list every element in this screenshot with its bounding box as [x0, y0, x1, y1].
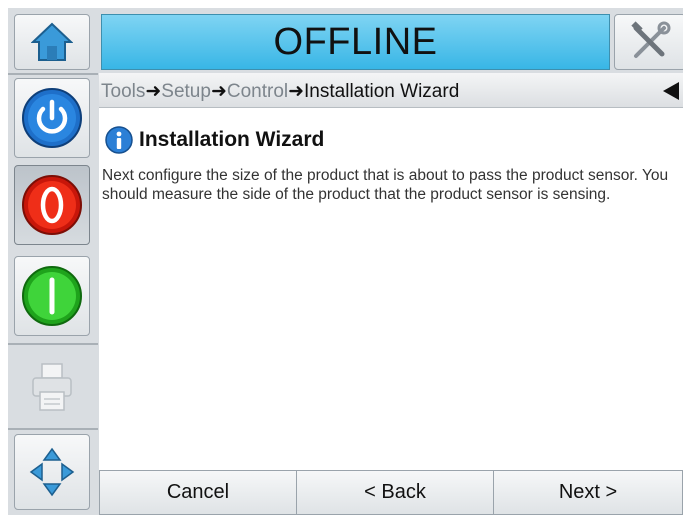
divider	[8, 73, 98, 75]
breadcrumb-separator: ➜	[288, 81, 305, 102]
start-button[interactable]	[14, 256, 90, 336]
breadcrumb-separator: ➜	[210, 81, 227, 102]
divider	[8, 343, 98, 345]
printer-button[interactable]	[14, 348, 90, 428]
printer-ui: OFFLINE Tools➜Setup➜Control➜Installation…	[8, 8, 683, 515]
status-bar: OFFLINE	[101, 14, 610, 70]
wizard-header: Installation Wizard	[105, 126, 324, 154]
navigation-arrows-icon	[29, 447, 75, 497]
content-panel: Installation Wizard Next configure the s…	[99, 108, 683, 470]
tools-button[interactable]	[614, 14, 683, 70]
breadcrumb-bar: Tools➜Setup➜Control➜Installation Wizard	[99, 73, 683, 108]
wizard-message: Next configure the size of the product t…	[102, 167, 669, 203]
cancel-button[interactable]: Cancel	[99, 470, 297, 515]
tools-icon	[631, 21, 671, 58]
home-icon	[31, 22, 73, 61]
info-icon	[105, 126, 133, 154]
breadcrumb-item-tools[interactable]: Tools	[101, 81, 145, 102]
stop-button[interactable]	[14, 165, 90, 245]
power-button[interactable]	[14, 78, 90, 158]
printer-icon	[32, 363, 72, 411]
power-icon	[22, 88, 82, 148]
breadcrumb-item-control[interactable]: Control	[227, 81, 288, 102]
footer-bar: Cancel < Back Next >	[99, 470, 683, 515]
breadcrumb: Tools➜Setup➜Control➜Installation Wizard	[101, 80, 459, 103]
breadcrumb-separator: ➜	[145, 81, 162, 102]
home-button[interactable]	[14, 14, 90, 70]
status-text: OFFLINE	[273, 20, 438, 63]
divider	[8, 428, 98, 430]
stop-icon	[22, 175, 82, 235]
start-icon	[22, 266, 82, 326]
page-title: Installation Wizard	[139, 128, 325, 151]
breadcrumb-current: Installation Wizard	[304, 81, 460, 102]
back-triangle-icon[interactable]	[663, 82, 679, 100]
next-button[interactable]: Next >	[493, 470, 683, 515]
back-button[interactable]: < Back	[296, 470, 494, 515]
breadcrumb-item-setup[interactable]: Setup	[161, 81, 211, 102]
navigation-button[interactable]	[14, 434, 90, 510]
